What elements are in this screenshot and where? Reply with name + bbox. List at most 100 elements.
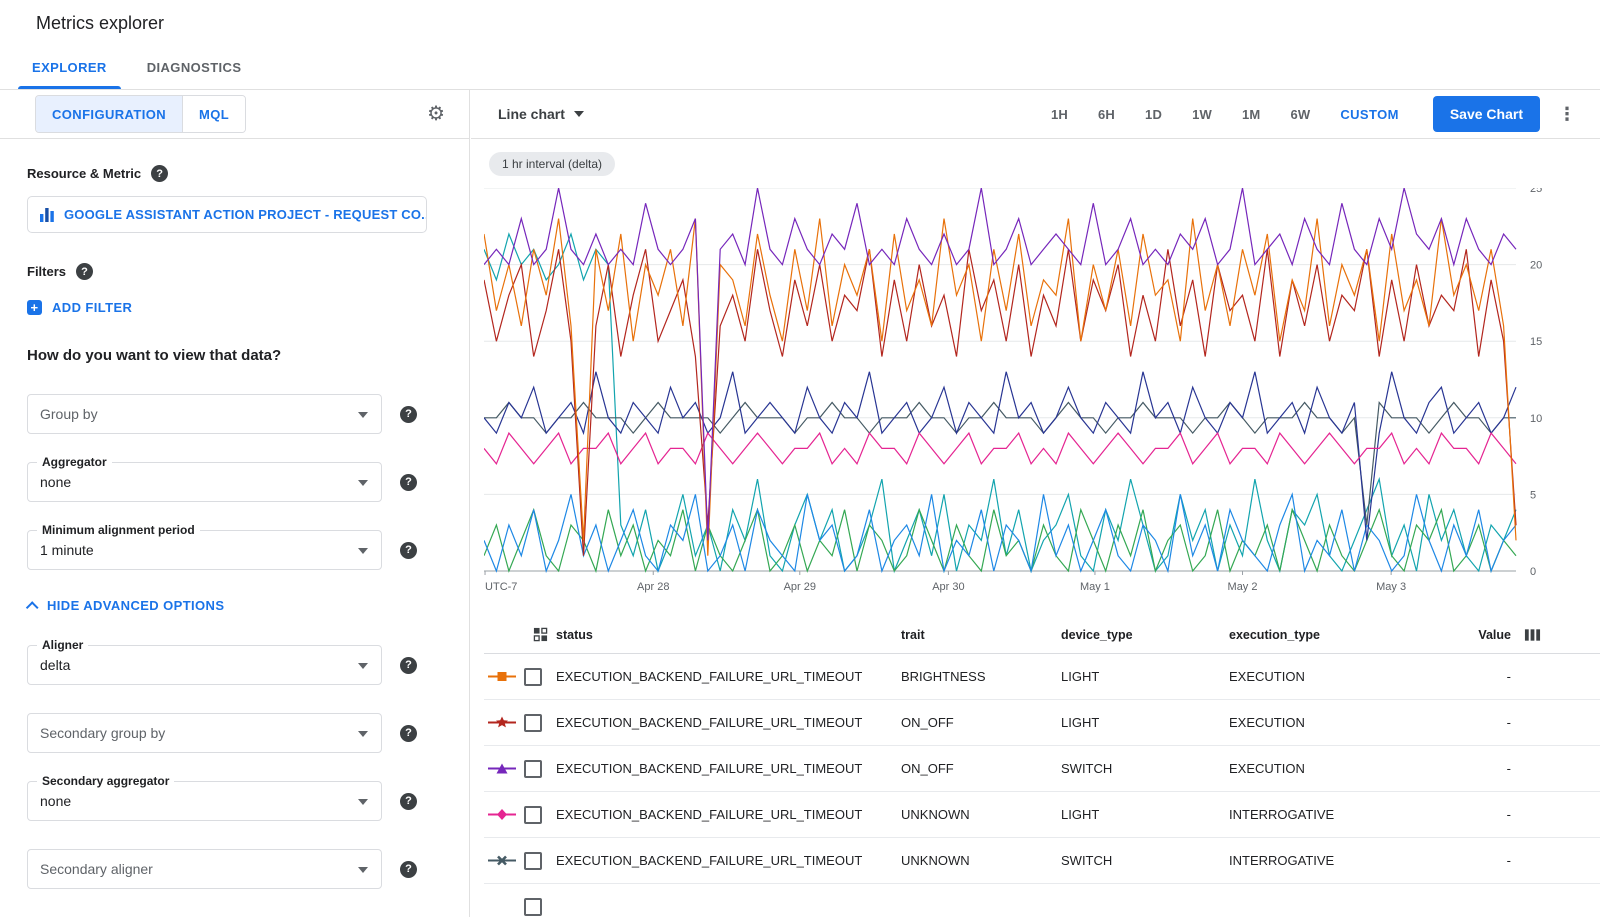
column-execution-type[interactable]: execution_type [1229,628,1451,642]
cell-status: EXECUTION_BACKEND_FAILURE_URL_TIMEOUT [556,715,901,730]
add-icon [27,300,42,315]
svg-text:May 2: May 2 [1228,581,1258,593]
min-alignment-help-icon[interactable] [400,542,417,559]
svg-text:20: 20 [1530,260,1542,272]
secondary-aligner-select[interactable]: Secondary aligner [27,849,382,889]
cell-value: - [1451,853,1511,868]
page-title: Metrics explorer [36,13,164,34]
view-question-heading: How do you want to view that data? [27,347,439,364]
range-1h-button[interactable]: 1H [1051,107,1068,122]
row-checkbox[interactable] [524,714,542,732]
cell-device-type: LIGHT [1061,807,1229,822]
filters-label: Filters [27,264,66,279]
legend-toggle-icon[interactable] [533,627,548,642]
cell-trait: BRIGHTNESS [901,669,1061,684]
column-status[interactable]: status [556,628,901,642]
range-1m-button[interactable]: 1M [1242,107,1260,122]
interval-chip[interactable]: 1 hr interval (delta) [489,152,615,176]
config-toolbar: CONFIGURATION MQL [0,90,469,139]
secondary-group-by-help-icon[interactable] [400,725,417,742]
tab-diagnostics[interactable]: DIAGNOSTICS [127,46,262,89]
cell-device-type: LIGHT [1061,715,1229,730]
series-marker-icon [488,808,516,821]
chevron-down-icon [574,111,584,117]
aggregator-help-icon[interactable] [400,474,417,491]
series-table: status trait device_type execution_type … [471,616,1600,917]
range-6h-button[interactable]: 6H [1098,107,1115,122]
column-trait[interactable]: trait [901,628,1061,642]
range-1d-button[interactable]: 1D [1145,107,1162,122]
save-chart-button[interactable]: Save Chart [1433,96,1540,132]
hide-advanced-options-toggle[interactable]: HIDE ADVANCED OPTIONS [27,598,439,613]
table-row[interactable]: EXECUTION_BACKEND_FAILURE_URL_TIMEOUTON_… [484,746,1600,792]
aggregator-select[interactable]: Aggregator none [27,462,382,502]
row-checkbox[interactable] [524,852,542,870]
chart-type-label: Line chart [498,106,565,122]
chart-toolbar: Line chart 1H 6H 1D 1W 1M 6W CUSTOM Save Char… [471,90,1600,139]
svg-text:Apr 28: Apr 28 [637,581,669,593]
aggregator-value: none [40,474,71,490]
metric-selector-button[interactable]: GOOGLE ASSISTANT ACTION PROJECT - REQUES… [27,196,427,233]
group-by-select[interactable]: Group by [27,394,382,434]
secondary-aggregator-select[interactable]: Secondary aggregator none [27,781,382,821]
filters-help-icon[interactable] [76,263,93,280]
row-checkbox[interactable] [524,668,542,686]
bar-chart-icon [40,208,54,222]
table-row[interactable]: EXECUTION_BACKEND_FAILURE_URL_TIMEOUTON_… [484,700,1600,746]
cell-value: - [1451,669,1511,684]
cell-device-type: SWITCH [1061,853,1229,868]
range-6w-button[interactable]: 6W [1290,107,1310,122]
add-filter-button[interactable]: ADD FILTER [27,300,439,315]
series-marker-icon [488,762,516,775]
aligner-help-icon[interactable] [400,657,417,674]
aligner-label: Aligner [37,638,88,652]
cell-execution-type: EXECUTION [1229,761,1451,776]
column-selector-icon[interactable] [1524,628,1541,642]
cell-status: EXECUTION_BACKEND_FAILURE_URL_TIMEOUT [556,853,901,868]
svg-text:UTC-7: UTC-7 [485,581,517,593]
table-row[interactable]: EXECUTION_BACKEND_FAILURE_URL_TIMEOUTBRI… [484,654,1600,700]
cell-device-type: SWITCH [1061,761,1229,776]
resource-metric-help-icon[interactable] [151,165,168,182]
time-range-buttons: 1H 6H 1D 1W 1M 6W [1051,107,1310,122]
chip-row: 1 hr interval (delta) [471,139,1600,176]
chevron-down-icon [358,799,368,805]
chevron-down-icon [358,480,368,486]
row-checkbox[interactable] [524,760,542,778]
tab-explorer[interactable]: EXPLORER [12,46,127,89]
cell-execution-type: EXECUTION [1229,715,1451,730]
secondary-group-by-placeholder: Secondary group by [40,725,165,741]
mql-mode-button[interactable]: MQL [182,96,245,132]
group-by-help-icon[interactable] [400,406,417,423]
secondary-aggregator-row: Secondary aggregator none [27,781,439,821]
row-checkbox[interactable] [524,806,542,824]
table-row[interactable]: EXECUTION_BACKEND_FAILURE_URL_TIMEOUTUNK… [484,792,1600,838]
column-device-type[interactable]: device_type [1061,628,1229,642]
secondary-group-by-select[interactable]: Secondary group by [27,713,382,753]
secondary-aligner-help-icon[interactable] [400,861,417,878]
svg-text:25: 25 [1530,188,1542,195]
more-options-icon[interactable] [1548,104,1586,125]
settings-gear-icon[interactable] [427,104,445,124]
aligner-select[interactable]: Aligner delta [27,645,382,685]
svg-text:5: 5 [1530,489,1536,501]
hide-advanced-options-label: HIDE ADVANCED OPTIONS [47,598,224,613]
aggregator-label: Aggregator [37,455,112,469]
secondary-aggregator-help-icon[interactable] [400,793,417,810]
table-row-partial[interactable] [484,884,1600,917]
metrics-explorer-app: Metrics explorer EXPLORER DIAGNOSTICS CO… [0,0,1600,917]
min-alignment-select[interactable]: Minimum alignment period 1 minute [27,530,382,570]
chevron-down-icon [358,731,368,737]
secondary-aggregator-label: Secondary aggregator [37,774,174,788]
chevron-down-icon [358,867,368,873]
column-value[interactable]: Value [1451,628,1511,642]
configuration-mode-button[interactable]: CONFIGURATION [36,96,182,132]
range-1w-button[interactable]: 1W [1192,107,1212,122]
row-checkbox[interactable] [524,898,542,916]
table-header: status trait device_type execution_type … [484,616,1600,654]
series-marker-icon [488,716,516,729]
aligner-value: delta [40,657,70,673]
table-row[interactable]: EXECUTION_BACKEND_FAILURE_URL_TIMEOUTUNK… [484,838,1600,884]
chart-type-select[interactable]: Line chart [498,106,584,122]
range-custom-button[interactable]: CUSTOM [1340,107,1399,122]
